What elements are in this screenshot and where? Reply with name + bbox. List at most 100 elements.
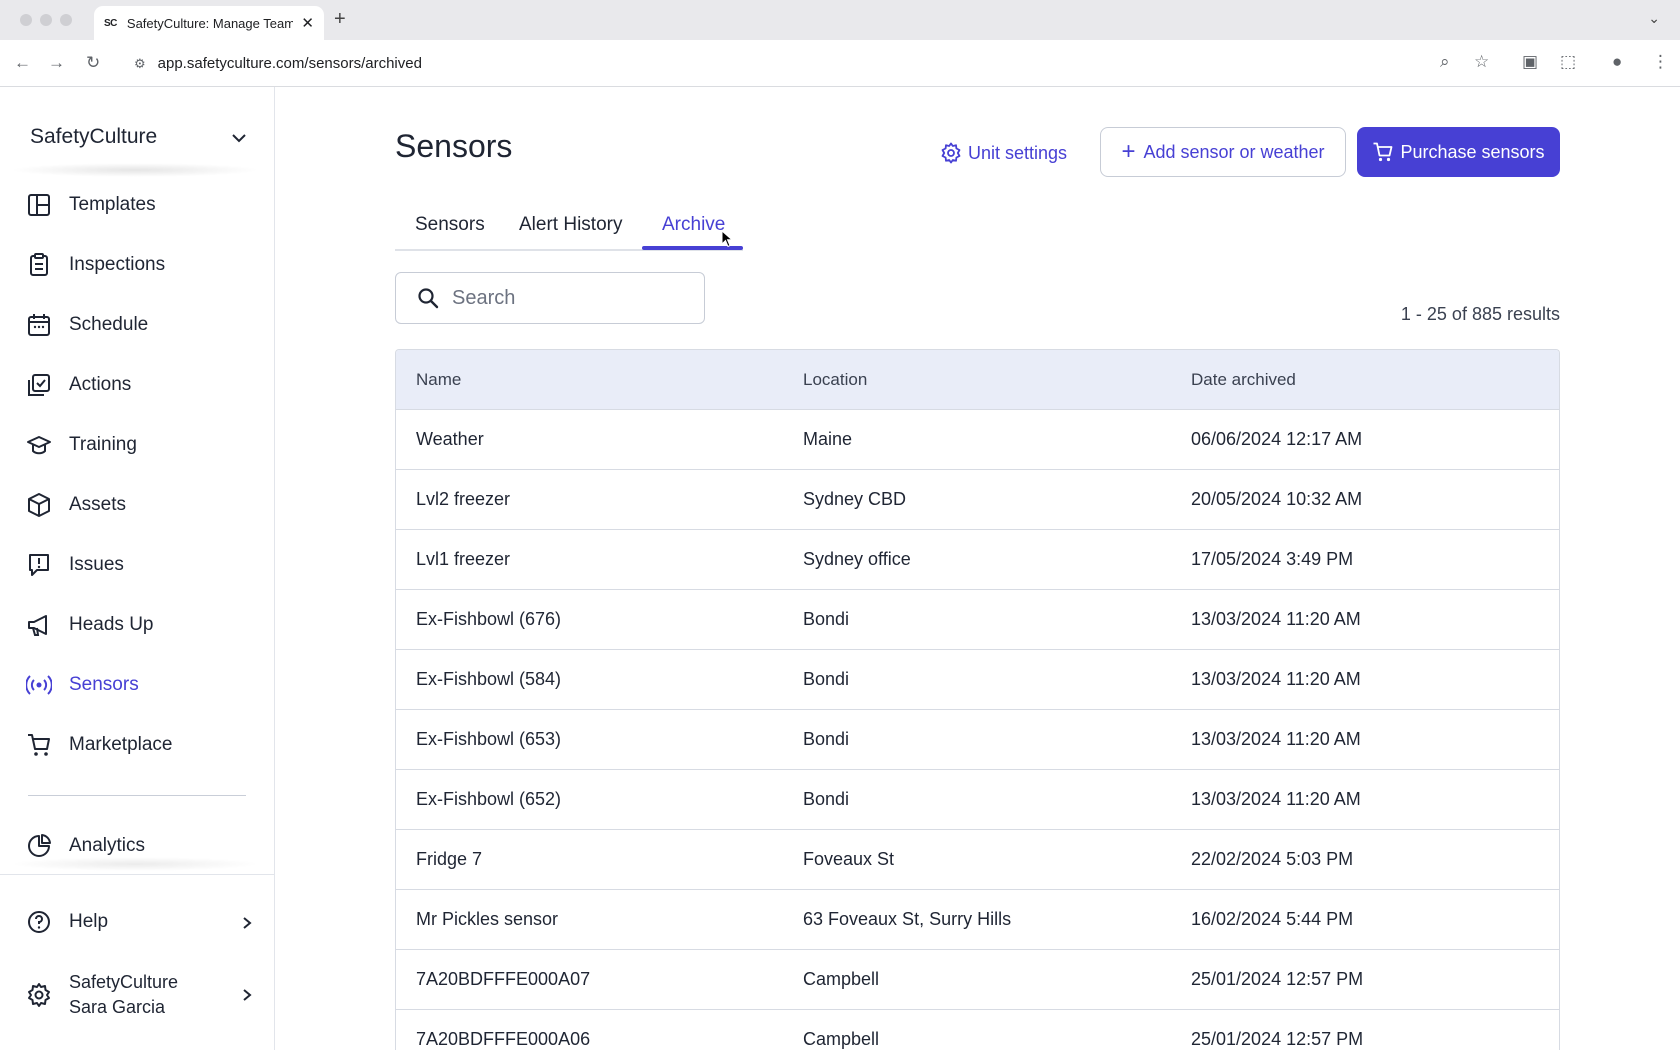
- table-row[interactable]: 7A20BDFFFE000A06 Campbell 25/01/2024 12:…: [396, 1010, 1559, 1050]
- cell-date-archived: 06/06/2024 12:17 AM: [1191, 429, 1363, 449]
- chevron-right-icon[interactable]: [240, 988, 254, 1002]
- profile-icon[interactable]: ●: [1612, 52, 1622, 72]
- cell-location: Sydney office: [803, 549, 911, 569]
- add-sensor-button[interactable]: + Add sensor or weather: [1100, 127, 1346, 177]
- reload-icon[interactable]: ↻: [86, 53, 100, 73]
- cell-location: Campbell: [803, 1029, 880, 1049]
- sidebar-footer-shadow: [10, 857, 260, 871]
- extensions-icon[interactable]: ⬚: [1560, 52, 1576, 72]
- sidebar-item-marketplace[interactable]: Marketplace: [26, 725, 256, 765]
- browser-menu-icon[interactable]: ⋮: [1652, 52, 1669, 72]
- zoom-icon[interactable]: ⌕: [1440, 52, 1450, 72]
- cell-location: Bondi: [803, 669, 850, 689]
- new-tab-icon[interactable]: +: [334, 8, 346, 31]
- actions-icon: [28, 374, 50, 396]
- close-tab-icon[interactable]: ✕: [301, 14, 314, 32]
- cell-location: Bondi: [803, 789, 850, 809]
- sidebar-item-assets[interactable]: Assets: [26, 485, 256, 525]
- cell-date-archived: 13/03/2024 11:20 AM: [1191, 669, 1361, 689]
- tab-search-chevron-icon[interactable]: ⌄: [1648, 10, 1660, 27]
- chevron-right-icon[interactable]: [240, 916, 254, 930]
- cell-date-archived: 25/01/2024 12:57 PM: [1191, 969, 1364, 989]
- sidebar-item-heads-up[interactable]: Heads Up: [26, 605, 256, 645]
- cart-icon: [1373, 142, 1393, 162]
- sidebar-item-label: Actions: [69, 374, 132, 395]
- sidebar-item-help[interactable]: Help: [26, 902, 256, 942]
- sidebar-item-label: Marketplace: [69, 734, 173, 755]
- cell-location: Foveaux St: [803, 849, 895, 869]
- window-close-dot[interactable]: [20, 14, 32, 26]
- screenshot-icon[interactable]: ▣: [1522, 52, 1538, 72]
- unit-settings-button[interactable]: Unit settings: [940, 136, 1067, 170]
- inspections-icon: [30, 253, 48, 276]
- back-icon[interactable]: ←: [14, 53, 31, 73]
- site-info-icon[interactable]: ⚙: [134, 56, 146, 72]
- templates-icon: [28, 194, 50, 216]
- table-row[interactable]: Ex-Fishbowl (652) Bondi 13/03/2024 11:20…: [396, 770, 1559, 830]
- pie-chart-icon: [28, 834, 51, 857]
- browser-tab[interactable]: SC SafetyCulture: Manage Teams ✕: [94, 6, 324, 40]
- table-row[interactable]: Lvl1 freezer Sydney office 17/05/2024 3:…: [396, 530, 1559, 590]
- column-header-date-archived[interactable]: Date archived: [1171, 370, 1559, 390]
- sidebar-user-settings[interactable]: SafetyCulture Sara Garcia: [26, 965, 256, 1025]
- cell-date-archived: 13/03/2024 11:20 AM: [1191, 789, 1361, 809]
- cell-name: 7A20BDFFFE000A06: [416, 1029, 591, 1049]
- column-header-location[interactable]: Location: [783, 370, 1171, 390]
- table-header: Name Location Date archived: [396, 350, 1559, 410]
- sidebar-item-training[interactable]: Training: [26, 425, 256, 465]
- cell-name: Mr Pickles sensor: [416, 909, 559, 929]
- table-row[interactable]: Ex-Fishbowl (676) Bondi 13/03/2024 11:20…: [396, 590, 1559, 650]
- sidebar-item-sensors[interactable]: Sensors: [26, 665, 256, 705]
- table-row[interactable]: Lvl2 freezer Sydney CBD 20/05/2024 10:32…: [396, 470, 1559, 530]
- org-switcher-label[interactable]: SafetyCulture: [30, 125, 157, 149]
- sidebar-item-inspections[interactable]: Inspections: [26, 245, 256, 285]
- sidebar-item-schedule[interactable]: Schedule: [26, 305, 256, 345]
- search-input[interactable]: [452, 286, 682, 310]
- sidebar-item-label: Templates: [69, 194, 156, 215]
- mouse-cursor-icon: [721, 230, 733, 248]
- cell-location: Sydney CBD: [803, 489, 907, 509]
- sidebar-item-label: Training: [69, 434, 137, 455]
- forward-icon[interactable]: →: [48, 53, 65, 73]
- cell-name: Ex-Fishbowl (584): [416, 669, 562, 689]
- cell-date-archived: 16/02/2024 5:44 PM: [1191, 909, 1354, 929]
- chevron-down-icon[interactable]: [230, 129, 248, 147]
- cell-name: Weather: [416, 429, 484, 449]
- sidebar-item-label: Assets: [69, 494, 127, 515]
- cart-icon: [28, 734, 50, 756]
- cell-date-archived: 17/05/2024 3:49 PM: [1191, 549, 1354, 569]
- sidebar-divider: [28, 795, 246, 796]
- table-row[interactable]: 7A20BDFFFE000A07 Campbell 25/01/2024 12:…: [396, 950, 1559, 1010]
- tab-sensors[interactable]: Sensors: [415, 214, 485, 251]
- page-tabs: Sensors Alert History Archive: [395, 208, 743, 251]
- column-header-name[interactable]: Name: [396, 370, 783, 390]
- window-minimize-dot[interactable]: [40, 14, 52, 26]
- sidebar-item-templates[interactable]: Templates: [26, 185, 256, 225]
- sidebar-item-actions[interactable]: Actions: [26, 365, 256, 405]
- sidebar: SafetyCulture Templates Inspections Sche…: [0, 87, 275, 1050]
- page-title: Sensors: [395, 128, 513, 164]
- cell-location: Bondi: [803, 609, 850, 629]
- sidebar-item-label: Analytics: [69, 835, 146, 856]
- table-row[interactable]: Ex-Fishbowl (584) Bondi 13/03/2024 11:20…: [396, 650, 1559, 710]
- tab-alert-history[interactable]: Alert History: [519, 214, 622, 251]
- megaphone-icon: [28, 615, 47, 636]
- purchase-sensors-button[interactable]: Purchase sensors: [1357, 127, 1560, 177]
- table-row[interactable]: Weather Maine 06/06/2024 12:17 AM: [396, 410, 1559, 470]
- sidebar-item-label: Issues: [69, 554, 124, 575]
- cell-location: Bondi: [803, 729, 850, 749]
- cell-name: Lvl1 freezer: [416, 549, 511, 569]
- table-row[interactable]: Ex-Fishbowl (653) Bondi 13/03/2024 11:20…: [396, 710, 1559, 770]
- search-box[interactable]: [395, 272, 705, 324]
- bookmark-star-icon[interactable]: ☆: [1474, 52, 1489, 72]
- sidebar-item-issues[interactable]: Issues: [26, 545, 256, 585]
- table-row[interactable]: Fridge 7 Foveaux St 22/02/2024 5:03 PM: [396, 830, 1559, 890]
- purchase-sensors-label: Purchase sensors: [1400, 141, 1545, 162]
- cube-icon: [28, 493, 50, 517]
- address-bar[interactable]: ⚙ app.safetyculture.com/sensors/archived: [120, 46, 1520, 81]
- window-zoom-dot[interactable]: [60, 14, 72, 26]
- table-row[interactable]: Mr Pickles sensor 63 Foveaux St, Surry H…: [396, 890, 1559, 950]
- favicon-icon: SC: [104, 17, 117, 29]
- alert-bubble-icon: [29, 554, 49, 576]
- url-text[interactable]: app.safetyculture.com/sensors/archived: [158, 55, 422, 72]
